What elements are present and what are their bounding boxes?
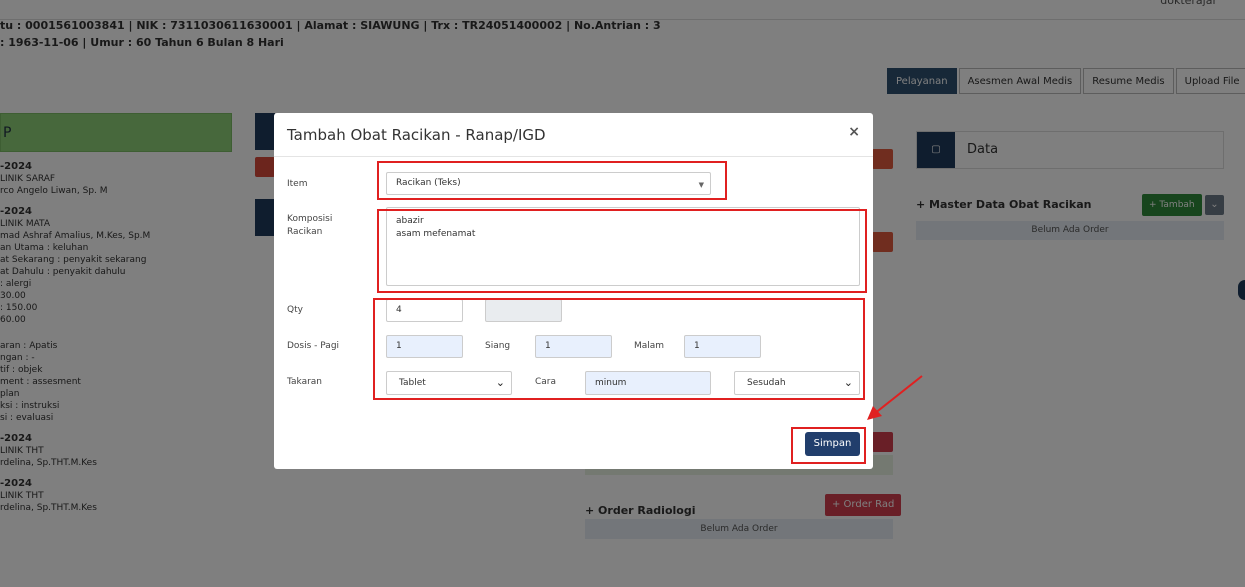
highlight-simpan — [791, 427, 866, 464]
takaran-label: Takaran — [287, 377, 323, 387]
modal-header: Tambah Obat Racikan - Ranap/IGD × — [274, 113, 873, 157]
komposisi-label: Komposisi Racikan — [287, 214, 333, 237]
highlight-komposisi — [377, 209, 867, 293]
close-icon[interactable]: × — [848, 124, 860, 140]
dosis-pagi-label: Dosis - Pagi — [287, 341, 340, 351]
item-label: Item — [287, 179, 308, 189]
highlight-item — [377, 161, 727, 200]
arrow-annotation-icon — [867, 375, 923, 420]
modal-title: Tambah Obat Racikan - Ranap/IGD — [287, 126, 546, 144]
qty-label: Qty — [287, 305, 303, 315]
highlight-dosis — [373, 298, 865, 400]
